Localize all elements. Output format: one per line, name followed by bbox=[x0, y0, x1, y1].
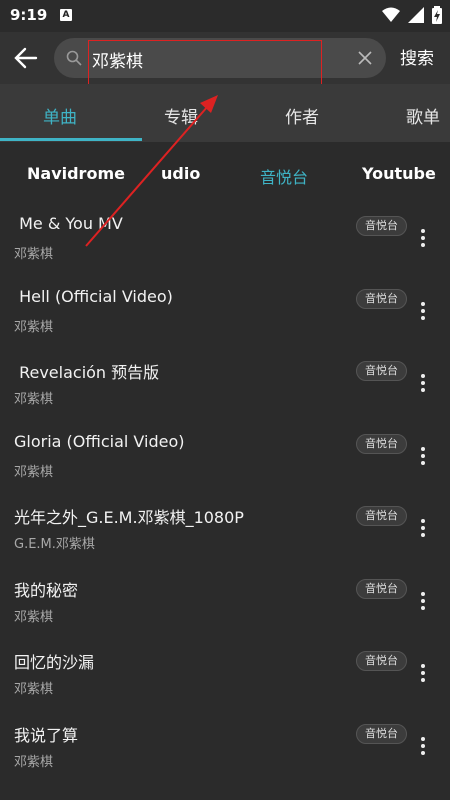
list-item[interactable]: Hell (Official Video) 邓紫棋 音悦台 bbox=[0, 279, 450, 351]
source-badge: 音悦台 bbox=[356, 578, 407, 599]
source-badge: 音悦台 bbox=[356, 433, 407, 454]
tab-indicator bbox=[0, 138, 142, 141]
list-item[interactable]: 回忆的沙漏邓紫棋 音悦台 bbox=[0, 641, 450, 713]
status-time: 9:19 bbox=[10, 6, 48, 24]
source-badge: 音悦台 bbox=[356, 216, 407, 236]
list-item[interactable]: Me & You MV 邓紫棋 音悦台 bbox=[0, 206, 450, 278]
search-button[interactable]: 搜索 bbox=[400, 44, 434, 69]
song-title: 我说了算 bbox=[14, 725, 79, 745]
tab-singles[interactable]: 单曲 bbox=[43, 103, 77, 128]
status-icons bbox=[382, 6, 442, 24]
more-options-icon[interactable] bbox=[418, 663, 428, 683]
source-navidrome[interactable]: Navidrome bbox=[27, 164, 125, 183]
source-youtube[interactable]: Youtube bbox=[362, 164, 436, 183]
wifi-icon bbox=[382, 7, 400, 22]
search-toolbar bbox=[0, 32, 450, 84]
more-options-icon[interactable] bbox=[418, 228, 428, 248]
source-udio[interactable]: udio bbox=[161, 164, 200, 183]
category-tabs: 单曲 专辑 作者 歌单 bbox=[0, 84, 450, 142]
more-options-icon[interactable] bbox=[418, 446, 428, 466]
song-artist: 邓紫棋 bbox=[14, 754, 54, 770]
song-artist: 邓紫棋 bbox=[14, 319, 54, 335]
song-artist: G.E.M.邓紫棋 bbox=[14, 537, 95, 552]
source-badge: 音悦台 bbox=[356, 506, 407, 526]
tab-playlists[interactable]: 歌单 bbox=[406, 103, 440, 128]
back-arrow-icon[interactable] bbox=[12, 44, 40, 72]
clear-icon[interactable] bbox=[356, 49, 374, 67]
song-title: Hell (Official Video) bbox=[14, 286, 173, 306]
list-item[interactable]: 我说了算邓紫棋 音悦台 bbox=[0, 714, 450, 786]
status-bar: 9:19 A bbox=[0, 0, 450, 32]
source-selector: Navidrome udio 音悦台 Youtube bbox=[0, 142, 450, 206]
song-artist: 邓紫棋 bbox=[14, 464, 54, 480]
more-options-icon[interactable] bbox=[418, 591, 428, 611]
search-input[interactable] bbox=[90, 44, 354, 74]
song-artist: 邓紫棋 bbox=[14, 609, 54, 625]
source-badge: 音悦台 bbox=[356, 361, 407, 381]
song-title: Gloria (Official Video) bbox=[14, 431, 185, 451]
song-title: Me & You MV bbox=[14, 214, 123, 233]
song-title: Revelación 预告版 bbox=[14, 363, 160, 382]
more-options-icon[interactable] bbox=[418, 373, 428, 393]
song-artist: 邓紫棋 bbox=[14, 682, 54, 697]
song-title: 回忆的沙漏 bbox=[14, 653, 95, 672]
list-item[interactable]: Revelación 预告版邓紫棋 音悦台 bbox=[0, 351, 450, 423]
search-icon bbox=[66, 50, 82, 66]
song-artist: 邓紫棋 bbox=[14, 247, 54, 262]
signal-icon bbox=[408, 7, 424, 23]
source-badge: 音悦台 bbox=[356, 723, 407, 744]
source-badge: 音悦台 bbox=[356, 651, 407, 671]
tab-artists[interactable]: 作者 bbox=[285, 103, 319, 128]
song-title: 光年之外_G.E.M.邓紫棋_1080P bbox=[14, 508, 244, 527]
list-item[interactable]: 我的秘密邓紫棋 音悦台 bbox=[0, 569, 450, 641]
list-item[interactable]: 光年之外_G.E.M.邓紫棋_1080P G.E.M.邓紫棋 音悦台 bbox=[0, 496, 450, 568]
more-options-icon[interactable] bbox=[418, 736, 428, 756]
song-artist: 邓紫棋 bbox=[14, 392, 54, 407]
notification-a-icon: A bbox=[60, 9, 72, 21]
source-yinyuetai[interactable]: 音悦台 bbox=[260, 164, 308, 188]
source-badge: 音悦台 bbox=[356, 288, 407, 309]
battery-charging-icon bbox=[432, 6, 442, 24]
tab-albums[interactable]: 专辑 bbox=[164, 103, 198, 128]
more-options-icon[interactable] bbox=[418, 301, 428, 321]
more-options-icon[interactable] bbox=[418, 518, 428, 538]
song-title: 我的秘密 bbox=[14, 580, 79, 600]
list-item[interactable]: Gloria (Official Video) 邓紫棋 音悦台 bbox=[0, 424, 450, 496]
search-box[interactable] bbox=[54, 38, 386, 78]
